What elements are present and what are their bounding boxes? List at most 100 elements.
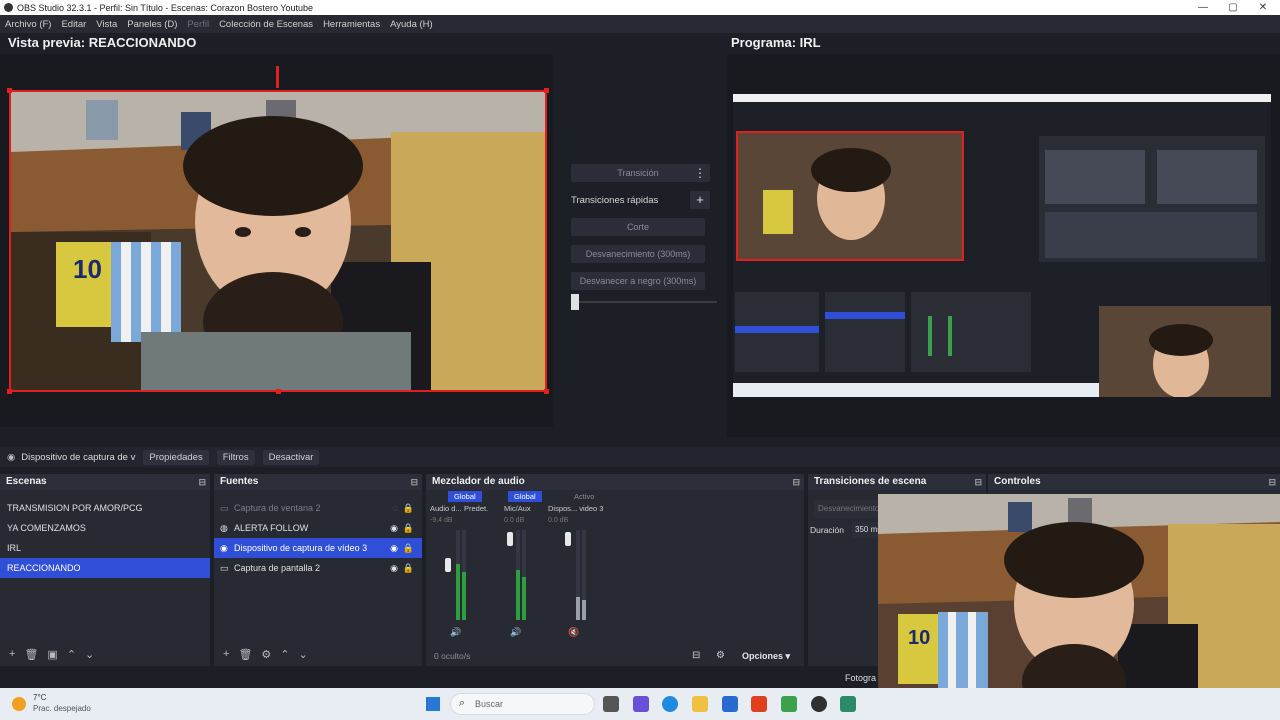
- add-scene-icon[interactable]: +: [9, 648, 15, 660]
- taskbar-search[interactable]: ⌕ Buscar: [450, 693, 595, 715]
- preview-canvas[interactable]: 10: [9, 90, 547, 392]
- brave-icon[interactable]: [751, 696, 767, 712]
- weather-icon[interactable]: [12, 697, 26, 711]
- fotograma-label: Fotogra: [845, 673, 877, 683]
- eye-icon[interactable]: ◉: [390, 558, 398, 578]
- volume-fader[interactable]: [565, 532, 571, 546]
- windows-taskbar: 7°C Prac. despejado ⌕ Buscar: [0, 688, 1280, 720]
- remove-scene-icon[interactable]: 🗑: [24, 648, 38, 661]
- window-title: OBS Studio 32.3.1 - Perfil: Sin Título -…: [17, 2, 314, 13]
- add-quick-transition-icon[interactable]: +: [690, 191, 710, 209]
- channel-device[interactable]: Predet.: [464, 504, 488, 513]
- menu-edit[interactable]: Editar: [61, 19, 86, 30]
- search-placeholder: Buscar: [475, 699, 504, 709]
- transition-select[interactable]: Desvanecimiento: [814, 500, 884, 518]
- volume-fader[interactable]: [507, 532, 513, 546]
- tbar-slider[interactable]: [571, 294, 579, 310]
- weather-temp: 7°C: [33, 693, 47, 702]
- eye-icon[interactable]: ◉: [390, 518, 398, 538]
- resize-handle-tl[interactable]: [7, 88, 12, 93]
- eye-icon[interactable]: ◉: [390, 538, 398, 558]
- rotation-handle[interactable]: [276, 66, 279, 88]
- hidden-count: 0 oculto/s: [434, 651, 471, 661]
- camera-icon: ◉: [7, 451, 16, 463]
- resize-handle-b[interactable]: [276, 389, 281, 394]
- minimize-icon[interactable]: —: [1188, 0, 1218, 15]
- move-up-icon[interactable]: ⌃: [280, 648, 289, 661]
- channel-db: 0.0 dB: [548, 517, 569, 524]
- source-settings-icon[interactable]: ⚙: [261, 648, 271, 661]
- move-down-icon[interactable]: ⌄: [85, 648, 94, 661]
- windows-start-icon[interactable]: [426, 697, 440, 711]
- speaker-icon[interactable]: 🔊: [510, 627, 521, 638]
- source-item-selected[interactable]: ◉ Dispositivo de captura de vídeo 3 ◉ 🔒: [214, 538, 422, 558]
- resize-handle-tr[interactable]: [544, 88, 549, 93]
- lock-icon[interactable]: 🔒: [403, 558, 414, 578]
- lock-icon[interactable]: 🔒: [403, 538, 414, 558]
- source-item[interactable]: ▭ Captura de pantalla 2 ◉ 🔒: [214, 558, 422, 578]
- resize-handle-bl[interactable]: [7, 389, 12, 394]
- program-screen-capture: [733, 94, 1271, 397]
- channel-name: Dispos... video 3: [548, 504, 604, 513]
- lock-icon[interactable]: 🔒: [403, 498, 414, 518]
- webcam-image: 10: [11, 92, 545, 390]
- resize-handle-br[interactable]: [544, 389, 549, 394]
- move-down-icon[interactable]: ⌄: [299, 648, 308, 661]
- scene-item[interactable]: IRL: [0, 538, 210, 558]
- teams-icon[interactable]: [633, 696, 649, 712]
- mixer-tab-active[interactable]: Activo: [568, 491, 600, 502]
- menu-docks[interactable]: Paneles (D): [127, 19, 177, 30]
- cut-button[interactable]: Corte: [571, 218, 705, 236]
- transition-button[interactable]: Transición: [571, 164, 705, 182]
- close-icon[interactable]: ✕: [1248, 0, 1278, 15]
- menu-profile[interactable]: Perfil: [187, 19, 209, 30]
- properties-button[interactable]: Propiedades: [143, 449, 209, 465]
- scene-item-selected[interactable]: REACCIONANDO: [0, 558, 210, 578]
- channel-name: Audio d...: [430, 504, 462, 513]
- menu-help[interactable]: Ayuda (H): [390, 19, 433, 30]
- mixer-settings-icon[interactable]: ⚙: [716, 650, 725, 661]
- search-icon: ⌕: [459, 697, 466, 709]
- volume-fader[interactable]: [445, 558, 451, 572]
- add-source-icon[interactable]: +: [223, 648, 229, 660]
- obs-icon: [4, 3, 13, 12]
- store-icon[interactable]: [722, 696, 738, 712]
- menu-scene-collection[interactable]: Colección de Escenas: [219, 19, 313, 30]
- source-item[interactable]: ◍ ALERTA FOLLOW ◉ 🔒: [214, 518, 422, 538]
- remove-source-icon[interactable]: 🗑: [238, 648, 252, 661]
- fade-button[interactable]: Desvanecimiento (300ms): [571, 245, 705, 263]
- edge-icon[interactable]: [662, 696, 678, 712]
- chrome-icon[interactable]: [781, 696, 797, 712]
- menu-tools[interactable]: Herramientas: [323, 19, 380, 30]
- scene-item[interactable]: YA COMENZAMOS: [0, 518, 210, 538]
- volume-meter-level: [522, 577, 526, 620]
- mixer-layout-icon[interactable]: ⊟: [692, 650, 700, 661]
- deactivate-button[interactable]: Desactivar: [262, 449, 320, 465]
- program-canvas: [733, 94, 1271, 397]
- obs-taskbar-icon[interactable]: [811, 696, 827, 712]
- muted-icon[interactable]: 🔇: [568, 627, 579, 638]
- file-explorer-icon[interactable]: [692, 696, 708, 712]
- webcam-overlay: 10: [878, 494, 1280, 720]
- filters-button[interactable]: Filtros: [216, 449, 255, 465]
- mixer-options-button[interactable]: Opciones ▾: [742, 651, 790, 662]
- channel-name: Mic/Aux: [504, 504, 531, 513]
- source-item[interactable]: ▭ Captura de ventana 2 ◌ 🔒: [214, 498, 422, 518]
- mixer-tab-global[interactable]: Global: [448, 491, 482, 502]
- lock-icon[interactable]: 🔒: [403, 518, 414, 538]
- scene-item[interactable]: TRANSMISION POR AMOR/PCG: [0, 498, 210, 518]
- app-taskbar-icon[interactable]: [840, 696, 856, 712]
- scene-filters-icon[interactable]: ▣: [47, 648, 57, 661]
- fade-black-button[interactable]: Desvanecer a negro (300ms): [571, 272, 705, 290]
- svg-text:10: 10: [908, 627, 930, 649]
- task-view-icon[interactable]: [603, 696, 619, 712]
- mixer-tab-global-2[interactable]: Global: [508, 491, 542, 502]
- transition-menu-icon[interactable]: ⋮: [690, 164, 710, 182]
- move-up-icon[interactable]: ⌃: [67, 648, 76, 661]
- maximize-icon[interactable]: ▢: [1218, 0, 1248, 15]
- menu-view[interactable]: Vista: [96, 19, 117, 30]
- program-title: Programa: IRL: [731, 35, 821, 50]
- hidden-eye-icon[interactable]: ◌: [393, 498, 398, 518]
- menu-file[interactable]: Archivo (F): [5, 19, 51, 30]
- speaker-icon[interactable]: 🔊: [450, 627, 461, 638]
